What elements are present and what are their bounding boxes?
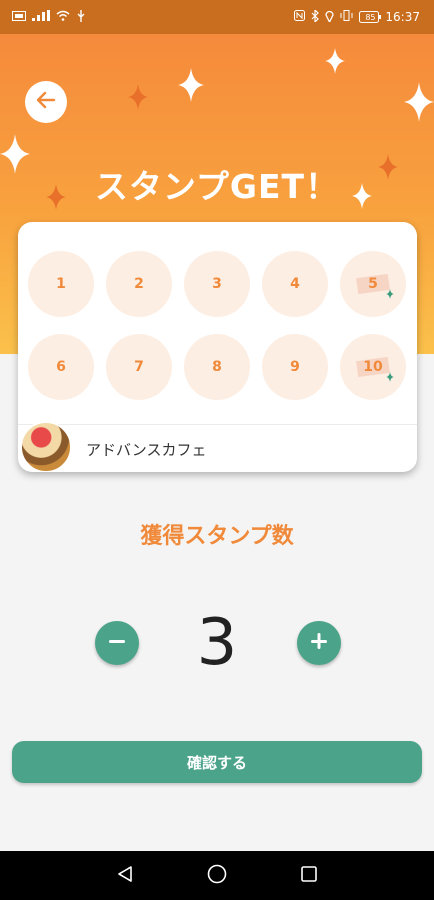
nfc-icon — [294, 10, 306, 24]
stamp-number: 7 — [134, 359, 144, 375]
stamp-slot: 4 — [262, 251, 328, 317]
shop-avatar — [20, 421, 72, 472]
nav-recents-icon[interactable] — [299, 864, 319, 888]
sparkle-icon — [325, 48, 345, 74]
sparkle-icon — [352, 182, 372, 210]
stamp-number: 2 — [134, 276, 144, 292]
plus-icon — [309, 631, 329, 655]
vibrate-icon — [340, 10, 353, 24]
stamp-number: 1 — [56, 276, 66, 292]
back-button[interactable] — [25, 81, 67, 123]
stamp-number: 3 — [212, 276, 222, 292]
stamp-slot: 7 — [106, 334, 172, 400]
stamp-slot: 2 — [106, 251, 172, 317]
stamp-number: 8 — [212, 359, 222, 375]
sparkle-icon — [46, 184, 66, 210]
stamp-number: 6 — [56, 359, 66, 375]
decrement-button[interactable] — [95, 621, 139, 665]
location-icon — [325, 10, 335, 25]
stamp-slot: 8 — [184, 334, 250, 400]
stamp-count-label: 獲得スタンプ数 — [140, 524, 294, 549]
battery-level: 85 — [365, 12, 376, 22]
confirm-button[interactable]: 確認する — [12, 741, 422, 783]
stamp-number: 4 — [290, 276, 300, 292]
arrow-left-icon — [35, 89, 57, 115]
battery-icon: 85 — [359, 11, 382, 23]
sparkle-icon — [0, 134, 30, 174]
status-bar: 85 16:37 — [0, 0, 434, 34]
nav-home-icon[interactable] — [206, 863, 228, 889]
minus-icon — [107, 631, 127, 655]
stamp-number: 9 — [290, 359, 300, 375]
sparkle-icon — [378, 154, 398, 180]
stamp-slot: 6 — [28, 334, 94, 400]
sparkle-icon — [404, 82, 434, 122]
stamp-card: 1 2 3 4 5 6 7 8 9 10 アドバンスカフェ — [18, 222, 417, 472]
stamp-slot: 9 — [262, 334, 328, 400]
nav-back-icon[interactable] — [115, 864, 135, 888]
wifi-icon — [56, 10, 70, 24]
gem-icon — [386, 372, 394, 382]
usb-icon — [76, 9, 86, 25]
increment-button[interactable] — [297, 621, 341, 665]
stamp-slot-bonus: 10 — [340, 334, 406, 400]
stamp-number: 5 — [368, 276, 378, 292]
shop-info: アドバンスカフェ — [18, 421, 417, 472]
stamp-slot-bonus: 5 — [340, 251, 406, 317]
sparkle-icon — [128, 84, 148, 110]
sparkle-icon — [178, 68, 204, 102]
notification-icon — [12, 10, 26, 24]
bluetooth-icon — [311, 8, 320, 25]
clock: 16:37 — [385, 10, 420, 24]
stamp-slot: 1 — [28, 251, 94, 317]
stamp-count-value: 3 — [196, 606, 238, 680]
gem-icon — [386, 289, 394, 299]
system-nav-bar — [0, 851, 434, 900]
stamp-number: 10 — [363, 359, 383, 375]
signal-icon — [32, 10, 50, 24]
stamp-slot: 3 — [184, 251, 250, 317]
status-right: 85 16:37 — [294, 8, 420, 25]
status-left — [12, 9, 86, 25]
shop-name: アドバンスカフェ — [86, 440, 207, 459]
